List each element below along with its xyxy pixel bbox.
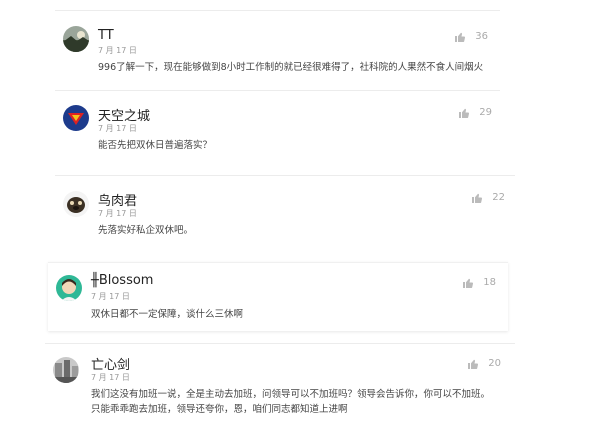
like-button[interactable]: 36 [455, 31, 488, 42]
thumbs-up-icon [468, 359, 479, 369]
like-count: 36 [475, 31, 488, 42]
thumbs-up-icon [455, 32, 466, 42]
comment-date: 7 月 17 日 [98, 46, 137, 55]
comment-card: 鸟肉君 7 月 17 日 先落实好私企双休吧。 22 [55, 175, 515, 248]
thumbs-up-icon [463, 278, 474, 288]
comment-text-line-1: 我们这没有加班一说，全是主动去加班，问领导可以不加班吗？领导会告诉你，你可以不加… [91, 389, 491, 400]
comment-text-line-2: 只能乖乖跑去加班，领导还夸你，恩，咱们同志都知道上进啊 [91, 404, 348, 415]
like-button[interactable]: 29 [459, 107, 492, 118]
like-button[interactable]: 22 [472, 192, 505, 203]
comment-card: TT 7 月 17 日 996了解一下，现在能够做到8小时工作制的就已经很难得了… [55, 10, 500, 85]
like-count: 29 [479, 107, 492, 118]
comment-text: 双休日都不一定保障，谈什么三休啊 [91, 309, 244, 320]
comment-card: 亡心剑 7 月 17 日 我们这没有加班一说，全是主动去加班，问领导可以不加班吗… [45, 343, 515, 431]
like-button[interactable]: 18 [463, 277, 496, 288]
like-count: 20 [488, 358, 501, 369]
username[interactable]: ╫Blossom [91, 273, 153, 288]
comment-date: 7 月 17 日 [98, 124, 137, 133]
avatar[interactable] [63, 105, 89, 131]
thumbs-up-icon [459, 108, 470, 118]
avatar[interactable] [63, 191, 89, 217]
comment-text: 能否先把双休日普遍落实？ [98, 140, 213, 151]
comment-card: ╫Blossom 7 月 17 日 双休日都不一定保障，谈什么三休啊 18 [48, 262, 508, 331]
username[interactable]: 鸟肉君 [98, 190, 137, 209]
comment-date: 7 月 17 日 [91, 292, 130, 301]
avatar[interactable] [53, 357, 79, 383]
like-button[interactable]: 20 [468, 358, 501, 369]
comment-date: 7 月 17 日 [91, 373, 130, 382]
thumbs-up-icon [472, 193, 483, 203]
username[interactable]: TT [98, 28, 114, 43]
comment-card: 天空之城 7 月 17 日 能否先把双休日普遍落实？ 29 [55, 90, 500, 161]
comment-date: 7 月 17 日 [98, 209, 137, 218]
avatar[interactable] [56, 275, 82, 301]
comment-text: 先落实好私企双休吧。 [98, 225, 194, 236]
comment-text: 996了解一下，现在能够做到8小时工作制的就已经很难得了，社科院的人果然不食人间… [98, 62, 484, 73]
username[interactable]: 天空之城 [98, 105, 150, 124]
avatar[interactable] [63, 26, 89, 52]
like-count: 18 [483, 277, 496, 288]
username[interactable]: 亡心剑 [91, 354, 130, 373]
like-count: 22 [492, 192, 505, 203]
